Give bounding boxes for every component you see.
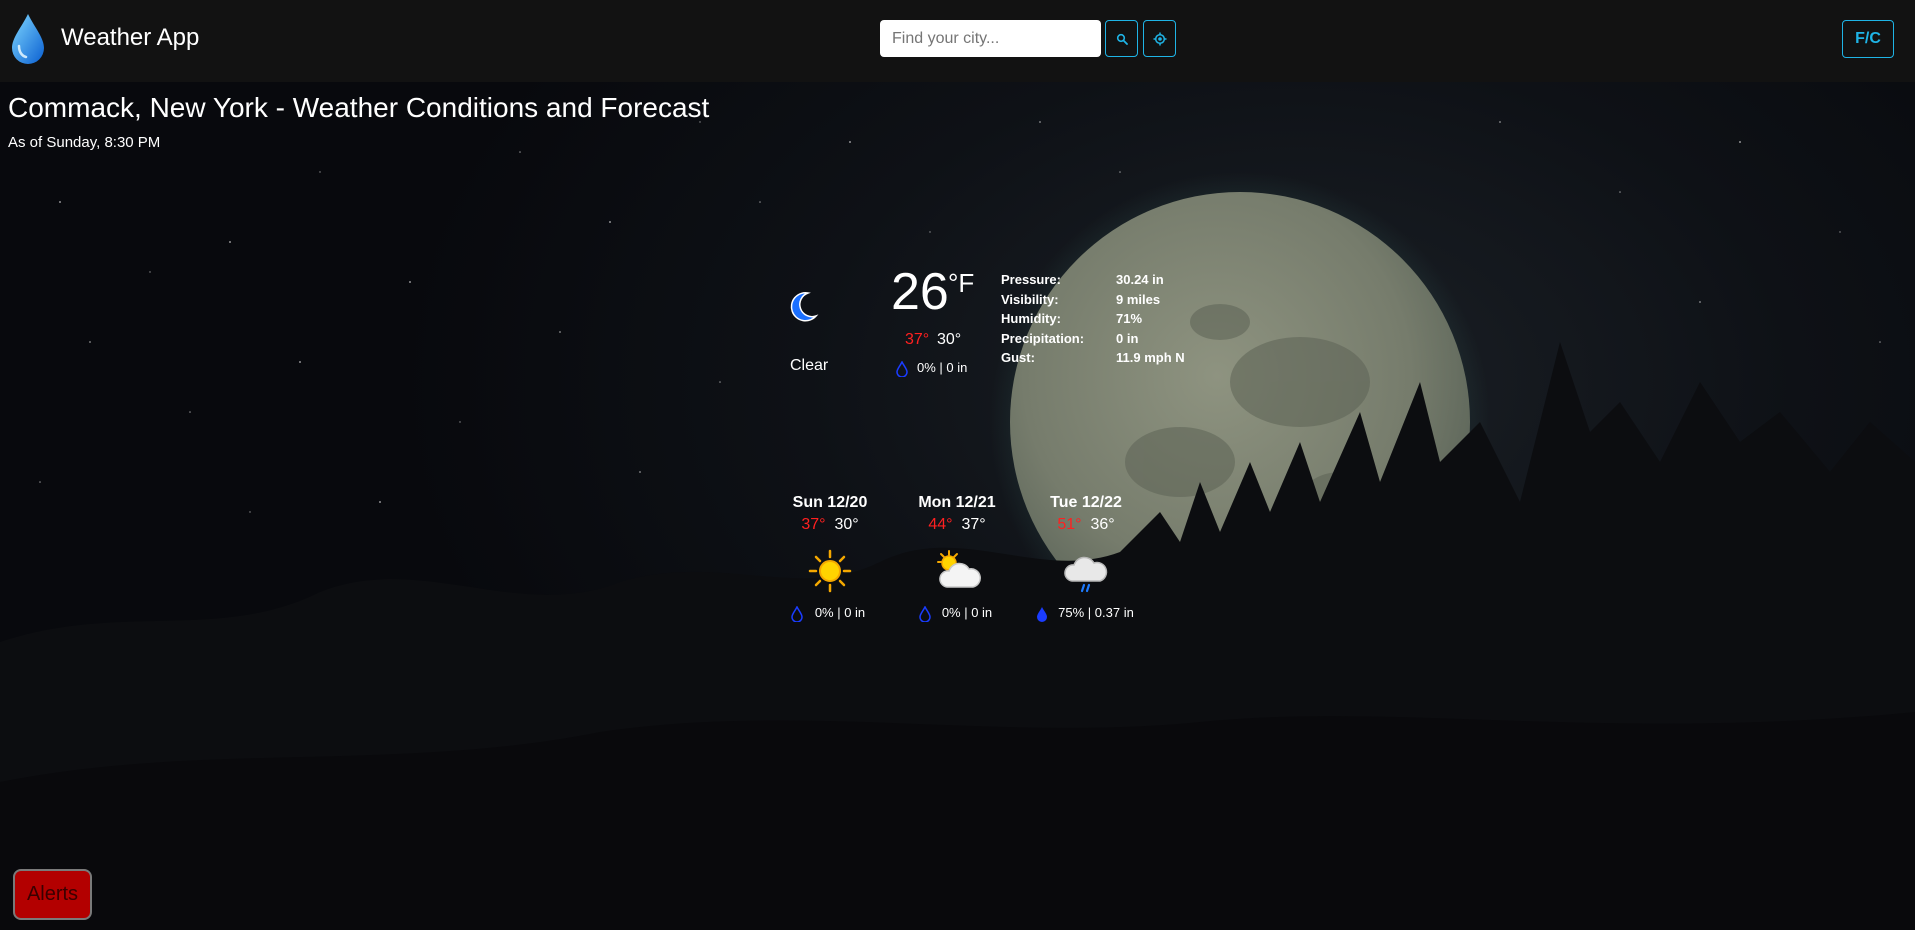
forecast-day-card: Sun 12/20 37° 30° 0% | 0 in [770, 494, 890, 622]
forecast-low-temp: 37° [961, 516, 986, 533]
forecast-high-temp: 37° [801, 516, 826, 533]
forecast-day-label: Tue 12/22 [1050, 494, 1122, 511]
alerts-button[interactable]: Alerts [13, 869, 92, 920]
forecast-precip-text: 75% | 0.37 in [1058, 605, 1134, 620]
detail-label: Precipitation: [1001, 330, 1085, 346]
detail-value: 11.9 mph N [1116, 350, 1185, 365]
forecast-day-card: Mon 12/21 44° 37° 0% | 0 in [897, 494, 1017, 622]
precip-drop-icon [791, 606, 803, 622]
as-of-timestamp: As of Sunday, 8:30 PM [8, 134, 161, 151]
forecast-day-label: Mon 12/21 [918, 494, 996, 511]
top-navigation-bar: Weather App F/C [0, 0, 1915, 82]
detail-value: 30.24 in [1116, 272, 1164, 287]
forecast-day-card: Tue 12/22 51° 36° 75% | 0.37 in [1026, 494, 1146, 622]
forecast-precip: 0% | 0 in [897, 605, 1017, 622]
forecast-precip: 0% | 0 in [770, 605, 890, 622]
forecast-high-temp: 51° [1057, 516, 1082, 533]
precip-drop-icon [919, 606, 931, 622]
moon-icon [790, 292, 819, 322]
detail-label: Pressure: [1001, 272, 1061, 287]
water-drop-logo-icon [12, 14, 44, 64]
forecast-high-temp: 44° [928, 516, 953, 533]
forecast-temps: 51° 36° [1026, 516, 1146, 534]
forecast-day-label: Sun 12/20 [792, 494, 868, 511]
partly-cloudy-icon [937, 550, 981, 588]
current-low-temp: 30° [937, 331, 962, 348]
detail-label: Visibility: [1001, 291, 1059, 307]
rain-cloud-icon [1064, 556, 1108, 593]
detail-value: 9 miles [1116, 291, 1161, 307]
current-high-temp: 37° [905, 331, 930, 348]
current-precipitation: 0% | 0 in [917, 360, 968, 375]
forecast-temps: 37° 30° [770, 516, 890, 534]
unit-toggle-button[interactable]: F/C [1842, 20, 1894, 58]
current-temperature: 26 [891, 263, 949, 321]
detail-value: 71% [1116, 311, 1143, 326]
app-title: Weather App [61, 24, 200, 51]
detail-value: 0 in [1116, 330, 1139, 346]
forecast-precip-text: 0% | 0 in [941, 605, 993, 620]
precip-drop-filled-icon [1037, 607, 1047, 622]
location-title: Commack, New York - Weather Conditions a… [8, 92, 710, 123]
detail-label: Gust: [1001, 350, 1035, 365]
sun-icon [808, 549, 852, 593]
forecast-precip-text: 0% | 0 in [814, 605, 866, 620]
forecast-low-temp: 30° [834, 516, 859, 533]
city-search-input[interactable] [880, 20, 1101, 57]
precip-drop-icon [896, 361, 908, 377]
current-temperature-unit: °F [948, 268, 975, 298]
current-condition: Clear [790, 357, 829, 374]
detail-label: Humidity: [1001, 311, 1061, 326]
current-location-button[interactable] [1143, 20, 1176, 57]
forecast-temps: 44° 37° [897, 516, 1017, 534]
forecast-low-temp: 36° [1090, 516, 1115, 533]
crosshair-location-icon [1153, 32, 1166, 45]
forecast-precip: 75% | 0.37 in [1026, 605, 1146, 622]
search-button[interactable] [1105, 20, 1138, 57]
search-icon [1116, 33, 1128, 45]
